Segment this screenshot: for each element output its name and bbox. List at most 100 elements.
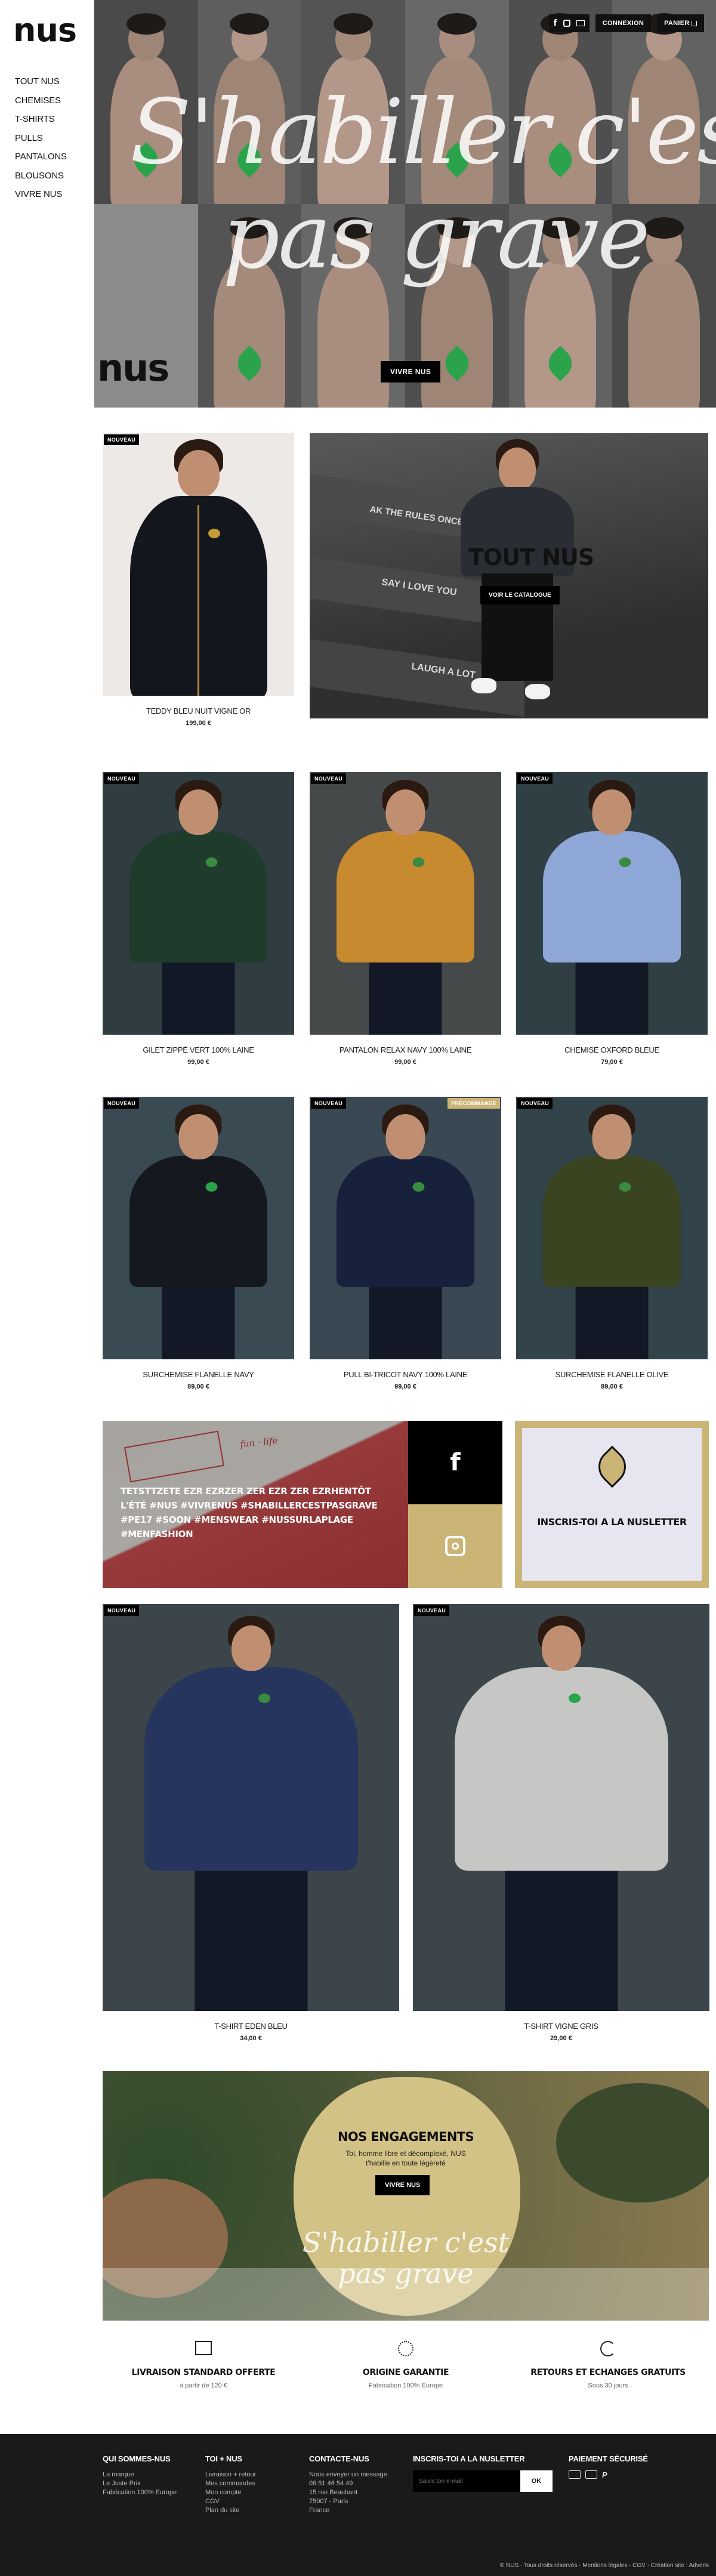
model-figure (535, 1105, 689, 1359)
reassurance-shipping: LIVRAISON STANDARD OFFERTE à partir de 1… (103, 2336, 304, 2389)
product-card[interactable]: NOUVEAU GILET ZIPPÉ VERT 100% LAINE 99,00 … (103, 772, 294, 1073)
cart-button[interactable]: PANIER (657, 14, 704, 32)
product-name[interactable]: SURCHEMISE FLANELLE OLIVE (516, 1370, 708, 1379)
footer-link[interactable]: Plan du site (205, 2506, 256, 2515)
product-image[interactable] (310, 772, 501, 1035)
footer-col-about: QUI SOMMES-NUS La marque Le Juste Prix F… (103, 2454, 177, 2497)
model-figure (535, 780, 689, 1035)
return-icon (600, 2341, 616, 2356)
footer-link[interactable]: Nous envoyer un message (309, 2470, 387, 2479)
footer-text: 15 rue Beaubant (309, 2489, 358, 2496)
brand-logo[interactable]: nus (13, 14, 77, 47)
nav-item-blousons[interactable]: BLOUSONS (15, 166, 87, 186)
footer-heading: PAIEMENT SÉCURISÉ (569, 2454, 648, 2463)
footer-link[interactable]: Le Juste Prix (103, 2479, 177, 2488)
footer-link[interactable]: La marque (103, 2470, 177, 2479)
product-name[interactable]: SURCHEMISE FLANELLE NAVY (103, 1370, 294, 1379)
product-card[interactable]: NOUVEAU SURCHEMISE FLANELLE OLIVE 89,00 € (516, 1097, 708, 1398)
product-price: 89,00 € (187, 1383, 209, 1390)
product-name[interactable]: TEDDY BLEU NUIT VIGNE OR (103, 707, 294, 715)
newsletter-block[interactable]: INSCRIS-TOI A LA NUSLETTER (515, 1421, 709, 1588)
facebook-link[interactable]: f (408, 1421, 502, 1504)
footer-link[interactable]: Fabrication 100% Europe (103, 2488, 177, 2497)
product-name[interactable]: PULL BI-TRICOT NAVY 100% LAINE (310, 1370, 501, 1379)
instagram-icon[interactable] (563, 20, 570, 27)
badge-preorder: PRÉCOMMANDE (448, 1098, 500, 1109)
reassurance-title: ORIGINE GARANTIE (362, 2368, 449, 2377)
product-card[interactable]: NOUVEAU SURCHEMISE FLANELLE NAVY 89,00 € (103, 1097, 294, 1398)
login-button[interactable]: CONNEXION (595, 14, 652, 32)
hero-cta-button[interactable]: VIVRE NUS (381, 361, 441, 382)
facebook-icon[interactable]: f (554, 18, 557, 28)
newsletter-title: INSCRIS-TOI A LA NUSLETTER (537, 1516, 687, 1528)
product-name[interactable]: PANTALON RELAX NAVY 100% LAINE (310, 1045, 501, 1054)
instagram-link[interactable] (408, 1504, 502, 1588)
product-name[interactable]: GILET ZIPPÉ VERT 100% LAINE (103, 1045, 294, 1054)
product-card[interactable]: NOUVEAU PANTALON RELAX NAVY 100% LAINE 99,… (310, 772, 501, 1073)
product-image[interactable] (516, 772, 708, 1035)
product-image[interactable] (103, 772, 294, 1035)
product-card[interactable]: NOUVEAU PRÉCOMMANDE PULL BI-TRICOT NAVY 10… (310, 1097, 501, 1398)
mail-icon[interactable] (576, 20, 585, 26)
newsletter-submit-button[interactable]: OK (520, 2470, 553, 2492)
product-name[interactable]: T-SHIRT EDEN BLEU (103, 2022, 399, 2031)
engagements-cta-button[interactable]: VIVRE NUS (375, 2175, 430, 2195)
product-image[interactable] (310, 1097, 501, 1359)
hero-topbar: f CONNEXION PANIER (548, 14, 704, 32)
leaf-logo-icon (591, 1445, 633, 1488)
hero-photo-tile (405, 0, 509, 204)
catalogue-button[interactable]: VOIR LE CATALOGUE (480, 586, 560, 604)
box-icon (195, 2341, 212, 2355)
nav-item-vivre-nus[interactable]: VIVRE NUS (15, 185, 87, 204)
footer-link[interactable]: Mon compte (205, 2488, 256, 2497)
product-price: 89,00 € (601, 1383, 623, 1390)
footer-link[interactable]: CGV (205, 2497, 256, 2506)
catalogue-banner[interactable]: AK THE RULES ONCE SAY I LOVE YOU LAUGH A… (310, 433, 708, 718)
badge-new: NOUVEAU (311, 773, 347, 784)
model-figure (122, 1105, 275, 1359)
product-card[interactable]: NOUVEAU T-SHIRT EDEN BLEU 34,00 € (103, 1604, 399, 2050)
reassurance-sub: à partir de 120 € (179, 2382, 228, 2389)
footer-text: France (309, 2507, 330, 2514)
model-figure (329, 780, 482, 1035)
product-card[interactable]: NOUVEAU CHEMISE OXFORD BLEUE 79,00 € (516, 772, 708, 1073)
product-image[interactable] (103, 1604, 399, 2011)
instagram-icon (445, 1536, 465, 1556)
nav-item-pulls[interactable]: PULLS (15, 129, 87, 148)
footer-heading: INSCRIS-TOI A LA NUSLETTER (413, 2454, 525, 2463)
model-figure (122, 780, 275, 1035)
nav-item-tshirts[interactable]: T-SHIRTS (15, 110, 87, 129)
newsletter-email-input[interactable] (413, 2470, 520, 2492)
product-name[interactable]: CHEMISE OXFORD BLEUE (516, 1045, 708, 1054)
instagram-post-text: TETSTTZETE EZR EZRZER ZER EZR ZER EZRHEN… (121, 1486, 378, 1540)
product-name[interactable]: T-SHIRT VIGNE GRIS (413, 2022, 709, 2031)
reassurance-title: RETOURS ET ECHANGES GRATUITS (530, 2368, 686, 2377)
hero-photo-tile (94, 0, 198, 204)
product-image[interactable] (516, 1097, 708, 1359)
nav-item-pantalons[interactable]: PANTALONS (15, 147, 87, 166)
product-card[interactable]: NOUVEAU T-SHIRT VIGNE GRIS 29,00 € (413, 1604, 709, 2050)
nav-item-chemises[interactable]: CHEMISES (15, 91, 87, 110)
footer-text: 75007 - Paris (309, 2498, 348, 2505)
engagements-script-1: S'habiller c'est (302, 2226, 510, 2259)
footer-link[interactable]: Mes commandes (205, 2479, 256, 2488)
social-links: f (548, 14, 590, 32)
model-figure (127, 439, 270, 696)
instagram-post[interactable]: fun · life TETSTTZETE EZR EZRZER ZER EZR… (103, 1421, 408, 1588)
badge-new: NOUVEAU (104, 434, 140, 445)
product-image[interactable] (103, 1097, 294, 1359)
footer-link[interactable]: Livraison + retour (205, 2470, 256, 2479)
model-figure (449, 439, 586, 714)
catalogue-title: TOUT NUS (468, 544, 594, 570)
reassurance-returns: RETOURS ET ECHANGES GRATUITS Sous 30 jou… (507, 2336, 709, 2389)
card-icon (569, 2470, 581, 2479)
product-image[interactable] (103, 433, 294, 696)
badge-new: NOUVEAU (517, 1098, 553, 1109)
product-image[interactable] (413, 1604, 709, 2011)
engagements-title: NOS ENGAGEMENTS (337, 2130, 474, 2144)
model-figure (132, 1616, 370, 2011)
product-price: 29,00 € (550, 2035, 572, 2042)
nav-item-tout-nus[interactable]: TOUT NUS (15, 72, 87, 91)
footer-col-account: TOI + NUS Livraison + retour Mes command… (205, 2454, 256, 2515)
product-card-featured[interactable]: NOUVEAU TEDDY BLEU NUIT VIGNE OR 199,00 … (103, 433, 294, 735)
